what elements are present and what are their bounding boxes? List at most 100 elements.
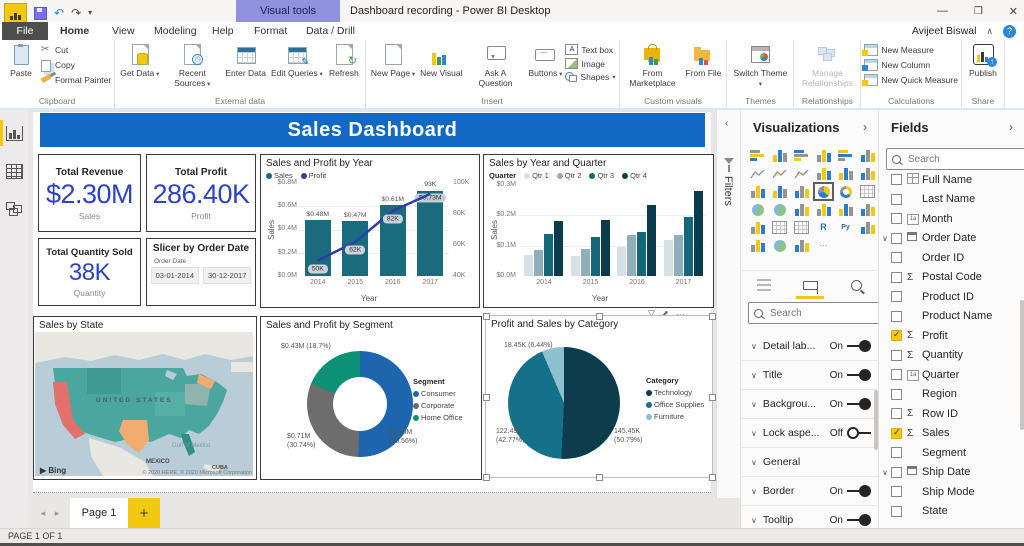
field-row-full-name[interactable]: Full Name (879, 170, 1024, 190)
publish-button[interactable]: Publish (965, 42, 1001, 80)
python-visual-icon[interactable]: Py (837, 220, 854, 235)
filled-map-visual-icon[interactable] (771, 202, 788, 217)
treemap-visual-icon[interactable] (859, 184, 876, 199)
arcgis-visual-icon[interactable] (771, 238, 788, 253)
bar-2016-qtr-4[interactable] (647, 205, 656, 276)
tab-modeling[interactable]: Modeling (146, 22, 205, 40)
text-box-button[interactable]: AText box (565, 44, 615, 55)
field-checkbox[interactable] (891, 486, 902, 497)
new-page-button[interactable]: New Page ▾ (369, 42, 417, 80)
bar-2015-qtr-3[interactable] (591, 237, 600, 276)
collapse-visualizations-icon[interactable]: › (863, 120, 867, 134)
field-row-order-date[interactable]: ∨Order Date (879, 229, 1024, 249)
format-section-general[interactable]: ∨General (741, 448, 879, 477)
format-painter-button[interactable]: Format Painter (40, 74, 111, 86)
tab-view[interactable]: View (104, 22, 143, 40)
ask-a-question-button[interactable]: Ask A Question (466, 42, 526, 90)
selection-handle[interactable] (709, 394, 716, 401)
100-stacked-column-visual-icon[interactable] (859, 148, 876, 163)
dashboard-banner[interactable]: Sales Dashboard (40, 113, 705, 147)
clustered-bar-visual-icon[interactable] (793, 148, 810, 163)
tab-data-drill[interactable]: Data / Drill (298, 22, 363, 40)
matrix-visual-icon[interactable] (793, 220, 810, 235)
save-icon[interactable] (34, 7, 47, 20)
100-stacked-bar-visual-icon[interactable] (837, 148, 854, 163)
toggle-title[interactable] (847, 369, 871, 381)
expand-chevron-icon[interactable]: ∨ (879, 234, 891, 243)
field-row-state[interactable]: State (879, 502, 1024, 521)
slicer-order-date[interactable]: Slicer by Order Date Order Date 03-01-20… (146, 238, 256, 306)
shapes-button[interactable]: Shapes▾ (565, 72, 615, 82)
bar-2016-qtr-2[interactable] (627, 235, 636, 276)
visual-sales-by-state-map[interactable]: Sales by State (33, 316, 257, 480)
clustered-column-visual-icon[interactable] (815, 148, 832, 163)
field-checkbox[interactable] (891, 447, 902, 458)
switch-theme-button[interactable]: Switch Theme ▾ (730, 42, 790, 90)
selection-handle[interactable] (483, 474, 490, 481)
field-row-quantity[interactable]: ΣQuantity (879, 346, 1024, 366)
toggle-tooltip[interactable] (847, 514, 871, 526)
card-visual-icon[interactable] (815, 202, 832, 217)
toggle-backgrou[interactable] (847, 398, 871, 410)
undo-icon[interactable]: ↶ (54, 6, 64, 20)
analytics-tab[interactable] (841, 273, 871, 297)
field-checkbox[interactable] (891, 272, 902, 283)
slicer-start-date[interactable]: 03-01-2014 (151, 267, 199, 284)
field-row-product-id[interactable]: Product ID (879, 287, 1024, 307)
next-page-arrow[interactable]: ▸ (50, 506, 64, 520)
map-visual-icon[interactable] (749, 202, 766, 217)
ribbon-chart-visual-icon[interactable] (859, 166, 876, 181)
field-row-sales[interactable]: ΣSales (879, 424, 1024, 444)
prev-page-arrow[interactable]: ◂ (36, 506, 50, 520)
field-row-row-id[interactable]: ΣRow ID (879, 404, 1024, 424)
bar-2015-qtr-1[interactable] (571, 256, 580, 276)
stacked-area-visual-icon[interactable] (793, 166, 810, 181)
bar-2017-qtr-3[interactable] (684, 217, 693, 276)
slicer-visual-icon[interactable] (749, 220, 766, 235)
field-checkbox[interactable] (891, 369, 902, 380)
card-total-quantity[interactable]: Total Quantity Sold 38K Quantity (38, 238, 141, 306)
line-stacked-column-visual-icon[interactable] (815, 166, 832, 181)
field-checkbox[interactable] (891, 252, 902, 263)
field-checkbox[interactable] (891, 233, 902, 244)
pie-chart[interactable] (508, 347, 620, 459)
enter-data-button[interactable]: Enter Data (223, 42, 268, 80)
field-row-profit[interactable]: ΣProfit (879, 326, 1024, 346)
expand-filters-icon[interactable]: ‹ (725, 118, 728, 129)
minimize-button[interactable]: — (937, 5, 948, 17)
new-quick-measure-button[interactable]: New Quick Measure (864, 74, 958, 86)
multi-row-card-visual-icon[interactable] (837, 202, 854, 217)
tab-home[interactable]: Home (52, 22, 97, 40)
field-checkbox[interactable] (891, 467, 902, 478)
selection-handle[interactable] (596, 313, 603, 320)
power-apps-visual-icon[interactable] (793, 238, 810, 253)
bar-2014-qtr-2[interactable] (534, 250, 543, 276)
table-visual-icon[interactable] (771, 220, 788, 235)
waterfall-visual-icon[interactable] (749, 184, 766, 199)
bar-2015-qtr-2[interactable] (581, 249, 590, 276)
tab-help[interactable]: Help (204, 22, 242, 40)
stacked-column-visual-icon[interactable] (771, 148, 788, 163)
maximize-button[interactable]: ❐ (974, 6, 983, 17)
manage-relationships-button[interactable]: Manage Relationships (797, 42, 857, 90)
visual-profit-sales-by-category[interactable]: Profit and Sales by Category CategoryTec… (485, 315, 713, 478)
qat-customize-icon[interactable]: ▾ (88, 6, 92, 20)
image-button[interactable]: Image (565, 58, 615, 69)
bar-2016-qtr-1[interactable] (617, 247, 626, 276)
slicer-end-date[interactable]: 30-12-2017 (203, 267, 251, 284)
data-view-button[interactable] (0, 156, 28, 186)
bar-2017-qtr-1[interactable] (664, 240, 673, 276)
copy-button[interactable]: Copy (40, 59, 111, 71)
qa-visual-icon[interactable] (749, 238, 766, 253)
model-view-button[interactable] (0, 194, 28, 224)
stacked-bar-visual-icon[interactable] (749, 148, 766, 163)
field-checkbox[interactable] (891, 389, 902, 400)
buttons-button[interactable]: Buttons ▾ (527, 42, 565, 80)
us-map[interactable] (35, 332, 253, 476)
add-page-button[interactable]: + (128, 498, 160, 528)
field-row-quarter[interactable]: 1aQuarter (879, 365, 1024, 385)
toggle-detail-lab[interactable] (847, 340, 871, 352)
visual-sales-by-year-quarter[interactable]: Sales by Year and Quarter QuarterQtr 1Qt… (483, 154, 714, 308)
new-measure-button[interactable]: New Measure (864, 44, 958, 56)
field-row-region[interactable]: Region (879, 385, 1024, 405)
